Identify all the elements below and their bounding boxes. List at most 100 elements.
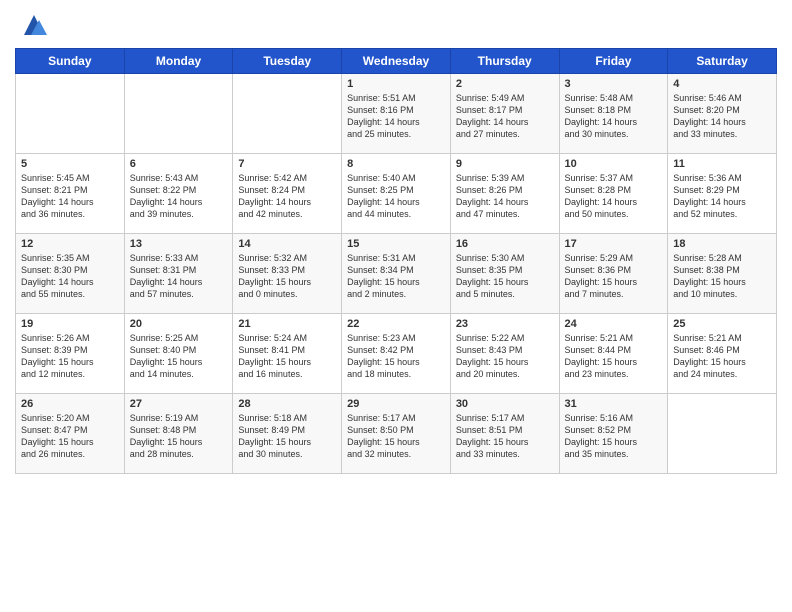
- cell-content: Sunrise: 5:33 AM Sunset: 8:31 PM Dayligh…: [130, 252, 228, 301]
- calendar-cell: 29 Sunrise: 5:17 AM Sunset: 8:50 PM Dayli…: [342, 394, 451, 474]
- cell-content: Sunrise: 5:17 AM Sunset: 8:51 PM Dayligh…: [456, 412, 554, 461]
- header-day: Thursday: [450, 49, 559, 74]
- calendar-cell: 25 Sunrise: 5:21 AM Sunset: 8:46 PM Dayli…: [668, 314, 777, 394]
- cell-content: Sunrise: 5:37 AM Sunset: 8:28 PM Dayligh…: [565, 172, 663, 221]
- calendar-cell: 22 Sunrise: 5:23 AM Sunset: 8:42 PM Dayli…: [342, 314, 451, 394]
- calendar-row: 19 Sunrise: 5:26 AM Sunset: 8:39 PM Dayli…: [16, 314, 777, 394]
- cell-content: Sunrise: 5:23 AM Sunset: 8:42 PM Dayligh…: [347, 332, 445, 381]
- day-number: 7: [238, 158, 336, 170]
- page: SundayMondayTuesdayWednesdayThursdayFrid…: [0, 0, 792, 612]
- day-number: 8: [347, 158, 445, 170]
- cell-content: Sunrise: 5:42 AM Sunset: 8:24 PM Dayligh…: [238, 172, 336, 221]
- logo-icon: [19, 10, 49, 40]
- cell-content: Sunrise: 5:32 AM Sunset: 8:33 PM Dayligh…: [238, 252, 336, 301]
- calendar-cell: 24Sunrise: 5:21 AM Sunset: 8:44 PM Dayli…: [559, 314, 668, 394]
- calendar-cell: 28 Sunrise: 5:18 AM Sunset: 8:49 PM Dayli…: [233, 394, 342, 474]
- calendar-cell: [124, 74, 233, 154]
- cell-content: Sunrise: 5:45 AM Sunset: 8:21 PM Dayligh…: [21, 172, 119, 221]
- calendar-cell: 13 Sunrise: 5:33 AM Sunset: 8:31 PM Dayli…: [124, 234, 233, 314]
- day-number: 22: [347, 318, 445, 330]
- calendar-row: 5 Sunrise: 5:45 AM Sunset: 8:21 PM Daylig…: [16, 154, 777, 234]
- calendar-cell: 10 Sunrise: 5:37 AM Sunset: 8:28 PM Dayli…: [559, 154, 668, 234]
- calendar-cell: 16 Sunrise: 5:30 AM Sunset: 8:35 PM Dayli…: [450, 234, 559, 314]
- cell-content: Sunrise: 5:35 AM Sunset: 8:30 PM Dayligh…: [21, 252, 119, 301]
- calendar-cell: 21 Sunrise: 5:24 AM Sunset: 8:41 PM Dayli…: [233, 314, 342, 394]
- calendar-cell: 23 Sunrise: 5:22 AM Sunset: 8:43 PM Dayli…: [450, 314, 559, 394]
- cell-content: Sunrise: 5:48 AM Sunset: 8:18 PM Dayligh…: [565, 92, 663, 141]
- calendar-cell: [16, 74, 125, 154]
- day-number: 9: [456, 158, 554, 170]
- calendar-cell: 6Sunrise: 5:43 AM Sunset: 8:22 PM Daylig…: [124, 154, 233, 234]
- calendar-cell: 11 Sunrise: 5:36 AM Sunset: 8:29 PM Dayli…: [668, 154, 777, 234]
- calendar-cell: 15 Sunrise: 5:31 AM Sunset: 8:34 PM Dayli…: [342, 234, 451, 314]
- cell-content: Sunrise: 5:28 AM Sunset: 8:38 PM Dayligh…: [673, 252, 771, 301]
- cell-content: Sunrise: 5:49 AM Sunset: 8:17 PM Dayligh…: [456, 92, 554, 141]
- calendar-cell: 8 Sunrise: 5:40 AM Sunset: 8:25 PM Daylig…: [342, 154, 451, 234]
- day-number: 26: [21, 398, 119, 410]
- day-number: 18: [673, 238, 771, 250]
- cell-content: Sunrise: 5:19 AM Sunset: 8:48 PM Dayligh…: [130, 412, 228, 461]
- day-number: 21: [238, 318, 336, 330]
- calendar-table: SundayMondayTuesdayWednesdayThursdayFrid…: [15, 48, 777, 474]
- cell-content: Sunrise: 5:51 AM Sunset: 8:16 PM Dayligh…: [347, 92, 445, 141]
- calendar-cell: 30 Sunrise: 5:17 AM Sunset: 8:51 PM Dayli…: [450, 394, 559, 474]
- header-day: Saturday: [668, 49, 777, 74]
- day-number: 24: [565, 318, 663, 330]
- day-number: 1: [347, 78, 445, 90]
- calendar-row: 26Sunrise: 5:20 AM Sunset: 8:47 PM Dayli…: [16, 394, 777, 474]
- day-number: 16: [456, 238, 554, 250]
- calendar-cell: 14 Sunrise: 5:32 AM Sunset: 8:33 PM Dayli…: [233, 234, 342, 314]
- calendar-cell: 4Sunrise: 5:46 AM Sunset: 8:20 PM Daylig…: [668, 74, 777, 154]
- calendar-cell: 2 Sunrise: 5:49 AM Sunset: 8:17 PM Daylig…: [450, 74, 559, 154]
- cell-content: Sunrise: 5:17 AM Sunset: 8:50 PM Dayligh…: [347, 412, 445, 461]
- calendar-cell: 17 Sunrise: 5:29 AM Sunset: 8:36 PM Dayli…: [559, 234, 668, 314]
- cell-content: Sunrise: 5:40 AM Sunset: 8:25 PM Dayligh…: [347, 172, 445, 221]
- calendar-cell: 9Sunrise: 5:39 AM Sunset: 8:26 PM Daylig…: [450, 154, 559, 234]
- day-number: 19: [21, 318, 119, 330]
- calendar-cell: 31Sunrise: 5:16 AM Sunset: 8:52 PM Dayli…: [559, 394, 668, 474]
- calendar-row: 12 Sunrise: 5:35 AM Sunset: 8:30 PM Dayli…: [16, 234, 777, 314]
- cell-content: Sunrise: 5:24 AM Sunset: 8:41 PM Dayligh…: [238, 332, 336, 381]
- day-number: 13: [130, 238, 228, 250]
- cell-content: Sunrise: 5:18 AM Sunset: 8:49 PM Dayligh…: [238, 412, 336, 461]
- calendar-cell: 20Sunrise: 5:25 AM Sunset: 8:40 PM Dayli…: [124, 314, 233, 394]
- day-number: 11: [673, 158, 771, 170]
- cell-content: Sunrise: 5:29 AM Sunset: 8:36 PM Dayligh…: [565, 252, 663, 301]
- day-number: 5: [21, 158, 119, 170]
- day-number: 25: [673, 318, 771, 330]
- cell-content: Sunrise: 5:46 AM Sunset: 8:20 PM Dayligh…: [673, 92, 771, 141]
- cell-content: Sunrise: 5:36 AM Sunset: 8:29 PM Dayligh…: [673, 172, 771, 221]
- cell-content: Sunrise: 5:31 AM Sunset: 8:34 PM Dayligh…: [347, 252, 445, 301]
- day-number: 15: [347, 238, 445, 250]
- cell-content: Sunrise: 5:22 AM Sunset: 8:43 PM Dayligh…: [456, 332, 554, 381]
- day-number: 28: [238, 398, 336, 410]
- day-number: 3: [565, 78, 663, 90]
- header-day: Wednesday: [342, 49, 451, 74]
- calendar-cell: 26Sunrise: 5:20 AM Sunset: 8:47 PM Dayli…: [16, 394, 125, 474]
- calendar-cell: 12 Sunrise: 5:35 AM Sunset: 8:30 PM Dayli…: [16, 234, 125, 314]
- header: [15, 10, 777, 40]
- calendar-cell: 18 Sunrise: 5:28 AM Sunset: 8:38 PM Dayli…: [668, 234, 777, 314]
- day-number: 2: [456, 78, 554, 90]
- day-number: 30: [456, 398, 554, 410]
- day-number: 14: [238, 238, 336, 250]
- day-number: 29: [347, 398, 445, 410]
- day-number: 27: [130, 398, 228, 410]
- day-number: 12: [21, 238, 119, 250]
- day-number: 23: [456, 318, 554, 330]
- header-day: Tuesday: [233, 49, 342, 74]
- calendar-cell: 19 Sunrise: 5:26 AM Sunset: 8:39 PM Dayli…: [16, 314, 125, 394]
- calendar-cell: 1 Sunrise: 5:51 AM Sunset: 8:16 PM Daylig…: [342, 74, 451, 154]
- cell-content: Sunrise: 5:26 AM Sunset: 8:39 PM Dayligh…: [21, 332, 119, 381]
- cell-content: Sunrise: 5:16 AM Sunset: 8:52 PM Dayligh…: [565, 412, 663, 461]
- cell-content: Sunrise: 5:30 AM Sunset: 8:35 PM Dayligh…: [456, 252, 554, 301]
- header-day: Sunday: [16, 49, 125, 74]
- calendar-cell: [668, 394, 777, 474]
- calendar-cell: [233, 74, 342, 154]
- day-number: 20: [130, 318, 228, 330]
- day-number: 10: [565, 158, 663, 170]
- day-number: 6: [130, 158, 228, 170]
- header-row: SundayMondayTuesdayWednesdayThursdayFrid…: [16, 49, 777, 74]
- day-number: 17: [565, 238, 663, 250]
- cell-content: Sunrise: 5:21 AM Sunset: 8:46 PM Dayligh…: [673, 332, 771, 381]
